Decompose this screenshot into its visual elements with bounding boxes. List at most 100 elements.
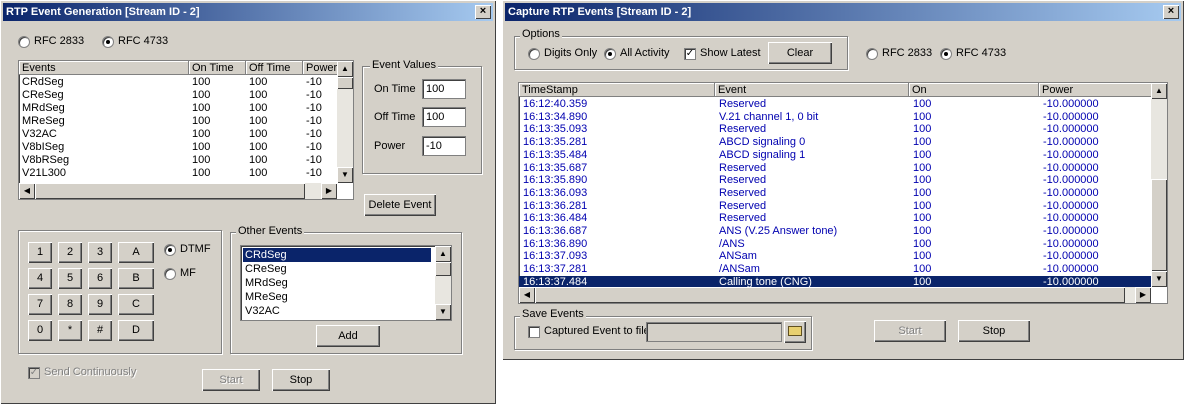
captured-hscrollbar[interactable]: ◀ ▶ (519, 287, 1151, 303)
table-row[interactable]: 16:13:36.281 Reserved 100 -10.000000 (519, 200, 1151, 213)
scroll-thumb[interactable] (337, 77, 353, 89)
keypad-button-2[interactable]: 2 (58, 242, 82, 263)
send-continuously-checkbox[interactable]: ✓ (28, 367, 40, 379)
scroll-up-icon[interactable]: ▲ (1151, 83, 1167, 99)
table-row[interactable]: 16:13:34.890 V.21 channel 1, 0 bit 100 -10.… (519, 111, 1151, 124)
power-input[interactable]: -10 (422, 136, 466, 156)
scroll-left-icon[interactable]: ◀ (519, 287, 535, 303)
hscroll-thumb[interactable] (535, 287, 1125, 303)
other-events-vscrollbar[interactable]: ▲ ▼ (435, 246, 451, 320)
scroll-up-icon[interactable]: ▲ (435, 246, 451, 262)
column-header-event[interactable]: Event (715, 83, 909, 97)
table-row[interactable]: V21L300 100 100 -10 (19, 167, 337, 180)
off-time-input[interactable]: 100 (422, 107, 466, 127)
show-latest-checkbox[interactable]: ✓ (684, 48, 696, 60)
table-row[interactable]: 16:13:35.687 Reserved 100 -10.000000 (519, 162, 1151, 175)
column-header-power[interactable]: Power (303, 61, 339, 75)
table-row[interactable]: MReSeg 100 100 -10 (19, 115, 337, 128)
table-row[interactable]: 16:13:37.281/ANSam 100 -10.000000 (519, 263, 1151, 276)
scroll-up-icon[interactable]: ▲ (337, 61, 353, 77)
keypad-button-0[interactable]: 0 (28, 320, 52, 341)
scroll-down-icon[interactable]: ▼ (435, 304, 451, 320)
table-row[interactable]: 16:13:35.093 Reserved 100 -10.000000 (519, 123, 1151, 136)
file-path-input[interactable] (646, 322, 782, 342)
table-row[interactable]: V8bISeg 100 100 -10 (19, 141, 337, 154)
close-button[interactable]: × (1163, 5, 1179, 19)
dtmf-radio[interactable] (164, 244, 176, 256)
close-button[interactable]: × (475, 5, 491, 19)
keypad-button-A[interactable]: A (118, 242, 154, 263)
table-row[interactable]: V8bRSeg 100 100 -10 (19, 154, 337, 167)
table-row[interactable]: 16:13:35.281 ABCD signaling 0 100 -10.00000… (519, 136, 1151, 149)
column-header-on[interactable]: On (909, 83, 1039, 97)
list-item[interactable]: CReSeg (243, 262, 431, 276)
column-header-timestamp[interactable]: TimeStamp (519, 83, 715, 97)
events-table[interactable]: Events On Time Off Time Power CRdSeg 100 1… (18, 60, 354, 200)
table-row[interactable]: 16:13:36.890/ANS 100 -10.000000 (519, 238, 1151, 251)
table-row[interactable]: 16:13:35.890 Reserved 100 -10.000000 (519, 174, 1151, 187)
column-header-power[interactable]: Power (1039, 83, 1153, 97)
keypad-button-#[interactable]: # (88, 320, 112, 341)
scroll-left-icon[interactable]: ◀ (19, 183, 35, 199)
other-events-list[interactable]: CRdSeg CReSeg MRdSeg MReSeg V32AC ▲ ▼ (240, 245, 452, 321)
keypad-button-B[interactable]: B (118, 268, 154, 289)
keypad-button-5[interactable]: 5 (58, 268, 82, 289)
start-button[interactable]: Start (874, 320, 946, 342)
on-time-input[interactable]: 100 (422, 79, 466, 99)
table-row[interactable]: 16:13:36.484 Reserved 100 -10.000000 (519, 212, 1151, 225)
scroll-thumb[interactable] (1151, 179, 1167, 271)
table-row[interactable]: CReSeg 100 100 -10 (19, 89, 337, 102)
keypad-button-8[interactable]: 8 (58, 294, 82, 315)
clear-button[interactable]: Clear (768, 42, 832, 64)
captured-event-to-file-checkbox[interactable] (528, 326, 540, 338)
scroll-down-icon[interactable]: ▼ (337, 167, 353, 183)
delete-event-button[interactable]: Delete Event (364, 194, 436, 216)
events-hscrollbar[interactable]: ◀ ▶ (19, 183, 337, 199)
keypad-button-1[interactable]: 1 (28, 242, 52, 263)
list-item[interactable]: V32AC (243, 304, 431, 318)
keypad-button-3[interactable]: 3 (88, 242, 112, 263)
scroll-thumb[interactable] (435, 262, 451, 276)
keypad-button-7[interactable]: 7 (28, 294, 52, 315)
keypad-button-C[interactable]: C (118, 294, 154, 315)
captured-events-table[interactable]: TimeStamp Event On Power 16:12:40.359 Res… (518, 82, 1168, 304)
add-button[interactable]: Add (316, 325, 380, 347)
digits-only-radio[interactable] (528, 48, 540, 60)
table-row[interactable]: 16:13:36.093 Reserved 100 -10.000000 (519, 187, 1151, 200)
table-row[interactable]: 16:13:36.687 ANS (V.25 Answer tone) 100 -10… (519, 225, 1151, 238)
keypad-button-4[interactable]: 4 (28, 268, 52, 289)
keypad-button-D[interactable]: D (118, 320, 154, 341)
table-row[interactable]: 16:13:35.484 ABCD signaling 1 100 -10.00000… (519, 149, 1151, 162)
keypad-button-9[interactable]: 9 (88, 294, 112, 315)
scroll-right-icon[interactable]: ▶ (321, 183, 337, 199)
scroll-down-icon[interactable]: ▼ (1151, 271, 1167, 287)
list-item[interactable]: MRdSeg (243, 276, 431, 290)
table-row[interactable]: V32AC 100 100 -10 (19, 128, 337, 141)
column-header-off-time[interactable]: Off Time (246, 61, 303, 75)
table-row[interactable]: 16:12:40.359 Reserved 100 -10.000000 (519, 98, 1151, 111)
browse-folder-button[interactable] (784, 321, 806, 343)
rfc2833-radio[interactable] (18, 36, 30, 48)
captured-vscrollbar[interactable]: ▲ ▼ (1151, 83, 1167, 287)
all-activity-radio[interactable] (604, 48, 616, 60)
column-header-events[interactable]: Events (19, 61, 189, 75)
table-cell: ANS (V.25 Answer tone) (719, 225, 838, 237)
list-item[interactable]: CRdSeg (243, 248, 431, 262)
scroll-right-icon[interactable]: ▶ (1135, 287, 1151, 303)
table-row[interactable]: CRdSeg 100 100 -10 (19, 76, 337, 89)
table-row[interactable]: 16:13:37.093 ANSam 100 -10.000000 (519, 250, 1151, 263)
stop-button[interactable]: Stop (272, 369, 330, 391)
rfc2833-radio[interactable] (866, 48, 878, 60)
rfc4733-radio[interactable] (940, 48, 952, 60)
stop-button[interactable]: Stop (958, 320, 1030, 342)
keypad-button-*[interactable]: * (58, 320, 82, 341)
events-vscrollbar[interactable]: ▲ ▼ (337, 61, 353, 183)
column-header-on-time[interactable]: On Time (189, 61, 246, 75)
keypad-button-6[interactable]: 6 (88, 268, 112, 289)
list-item[interactable]: MReSeg (243, 290, 431, 304)
rfc4733-radio[interactable] (102, 36, 114, 48)
mf-radio[interactable] (164, 268, 176, 280)
hscroll-thumb[interactable] (35, 183, 305, 199)
table-row[interactable]: MRdSeg 100 100 -10 (19, 102, 337, 115)
start-button[interactable]: Start (202, 369, 260, 391)
